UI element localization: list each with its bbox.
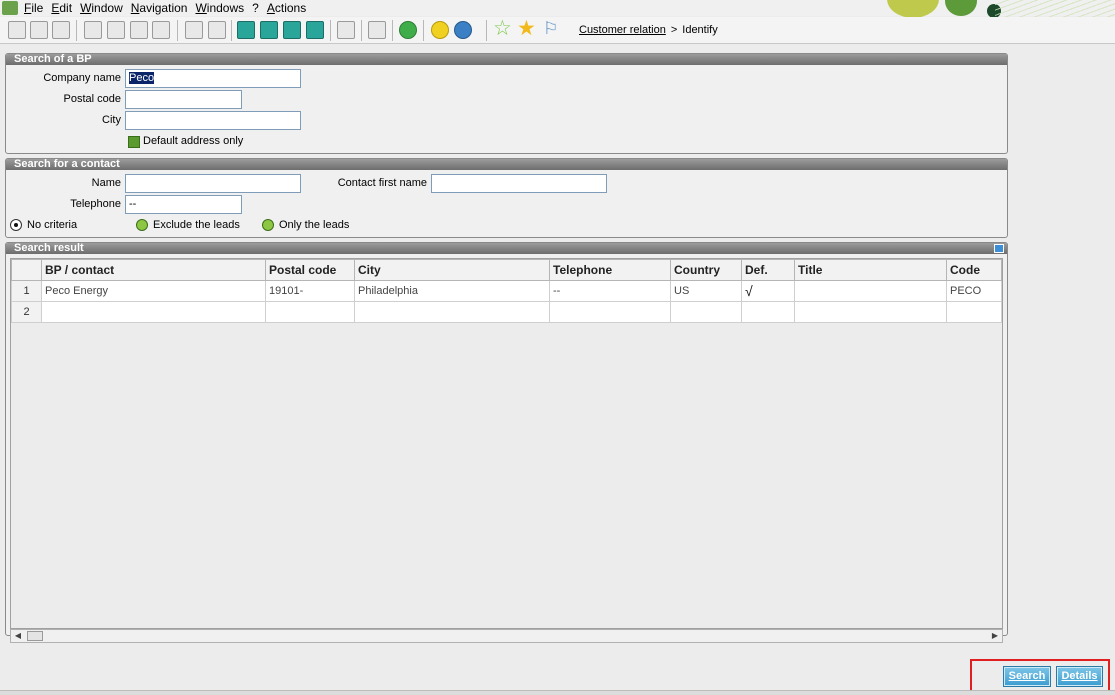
header-postal-code[interactable]: Postal code [265, 259, 355, 281]
signpost-icon[interactable]: ⚐ [543, 18, 558, 40]
city-label: City [102, 114, 121, 126]
table-row[interactable]: 2 [11, 301, 1002, 323]
company-name-input[interactable]: Peco [125, 69, 301, 88]
menu-window[interactable]: Window [80, 1, 123, 15]
menu-help[interactable]: ? [252, 1, 259, 15]
radio-no-criteria[interactable] [10, 219, 22, 231]
export-icon[interactable] [306, 21, 324, 39]
breadcrumb: Customer relation > Identify [579, 24, 718, 36]
search-bp-panel: Search of a BP Company name Peco Postal … [5, 53, 1008, 154]
toolbar: ☆ ★ ⚐ Customer relation > Identify [0, 17, 1115, 44]
print-icon[interactable] [30, 21, 48, 39]
radio-no-criteria-label: No criteria [27, 219, 78, 231]
search-button[interactable]: Search [1003, 666, 1051, 687]
header-title[interactable]: Title [794, 259, 947, 281]
status-bar [0, 690, 1115, 695]
panel-title: Search of a BP [6, 54, 1007, 65]
cell-bp-contact[interactable] [41, 301, 266, 323]
question-icon[interactable] [431, 21, 449, 39]
cell-country[interactable] [670, 301, 742, 323]
print-preview-icon[interactable] [52, 21, 70, 39]
favorites-add-icon[interactable]: ☆ [493, 18, 512, 40]
cell-telephone[interactable] [549, 301, 671, 323]
cell-code[interactable]: PECO [946, 280, 1002, 302]
cell-code[interactable] [946, 301, 1002, 323]
text-field-icon[interactable] [368, 21, 386, 39]
panel-title: Search for a contact [6, 159, 1007, 170]
name-label: Name [91, 177, 121, 189]
favorites-icon[interactable]: ★ [517, 18, 536, 40]
cell-telephone[interactable]: -- [549, 280, 671, 302]
cut-icon[interactable] [237, 21, 255, 39]
telephone-input[interactable]: -- [125, 195, 242, 214]
search-result-panel: Search result BP / contact Postal code C… [5, 242, 1008, 643]
cell-title[interactable] [794, 301, 947, 323]
header-bp-contact[interactable]: BP / contact [41, 259, 266, 281]
scroll-left-icon[interactable]: ◀ [12, 631, 24, 641]
radio-only-leads[interactable] [262, 219, 274, 231]
copy-icon[interactable] [260, 21, 278, 39]
header-rownum [11, 259, 42, 281]
contact-first-name-label: Contact first name [337, 177, 427, 189]
header-country[interactable]: Country [670, 259, 742, 281]
report-icon[interactable] [337, 21, 355, 39]
new-icon[interactable] [8, 21, 26, 39]
cell-postal-code[interactable] [265, 301, 355, 323]
header-city[interactable]: City [354, 259, 550, 281]
cell-country[interactable]: US [670, 280, 742, 302]
postal-code-label: Postal code [63, 93, 121, 105]
scroll-right-icon[interactable]: ▶ [989, 631, 1001, 641]
default-address-checkbox[interactable] [128, 136, 140, 148]
cell-def-check[interactable] [741, 301, 795, 323]
menu-edit[interactable]: Edit [51, 1, 72, 15]
header-def[interactable]: Def. [741, 259, 795, 281]
cell-city[interactable] [354, 301, 550, 323]
breadcrumb-separator: > [670, 24, 678, 36]
name-input[interactable] [125, 174, 301, 193]
row-number: 1 [11, 280, 42, 302]
decorative-banner [875, 0, 1115, 18]
row-number: 2 [11, 301, 42, 323]
previous-record-icon[interactable] [107, 21, 125, 39]
next-record-icon[interactable] [130, 21, 148, 39]
panel-title: Search result [6, 243, 1007, 254]
header-telephone[interactable]: Telephone [549, 259, 671, 281]
app-logo-icon [2, 1, 18, 15]
details-button[interactable]: Details [1056, 666, 1103, 687]
refresh-icon[interactable] [399, 21, 417, 39]
radio-exclude-leads-label: Exclude the leads [153, 219, 240, 231]
cell-bp-contact[interactable]: Peco Energy [41, 280, 266, 302]
contact-first-name-input[interactable] [431, 174, 607, 193]
menu-actions[interactable]: Actions [267, 1, 306, 15]
search-contact-panel: Search for a contact Name Contact first … [5, 158, 1008, 238]
radio-only-leads-label: Only the leads [279, 219, 350, 231]
menu-windows[interactable]: Windows [195, 1, 244, 15]
telephone-label: Telephone [70, 198, 121, 210]
help-icon[interactable] [208, 21, 226, 39]
horizontal-scrollbar[interactable]: ◀ ▶ [10, 629, 1003, 643]
paste-icon[interactable] [283, 21, 301, 39]
breadcrumb-link[interactable]: Customer relation [579, 24, 666, 36]
breadcrumb-current: Identify [682, 24, 718, 36]
cell-def-check[interactable]: √ [741, 280, 795, 302]
cell-city[interactable]: Philadelphia [354, 280, 550, 302]
table-row[interactable]: 1 Peco Energy 19101- Philadelphia -- US … [11, 280, 1002, 302]
menu-file[interactable]: File [24, 1, 43, 15]
postal-code-input[interactable] [125, 90, 242, 109]
first-record-icon[interactable] [84, 21, 102, 39]
attachment-icon[interactable] [185, 21, 203, 39]
web-help-icon[interactable] [454, 21, 472, 39]
header-code[interactable]: Code [946, 259, 1002, 281]
expand-icon[interactable] [994, 244, 1004, 253]
default-address-label: Default address only [143, 135, 244, 147]
results-grid: BP / contact Postal code City Telephone … [10, 258, 1003, 629]
cell-title[interactable] [794, 280, 947, 302]
last-record-icon[interactable] [152, 21, 170, 39]
scroll-thumb[interactable] [27, 631, 43, 641]
company-name-label: Company name [43, 72, 121, 84]
menu-navigation[interactable]: Navigation [131, 1, 188, 15]
city-input[interactable] [125, 111, 301, 130]
cell-postal-code[interactable]: 19101- [265, 280, 355, 302]
radio-exclude-leads[interactable] [136, 219, 148, 231]
